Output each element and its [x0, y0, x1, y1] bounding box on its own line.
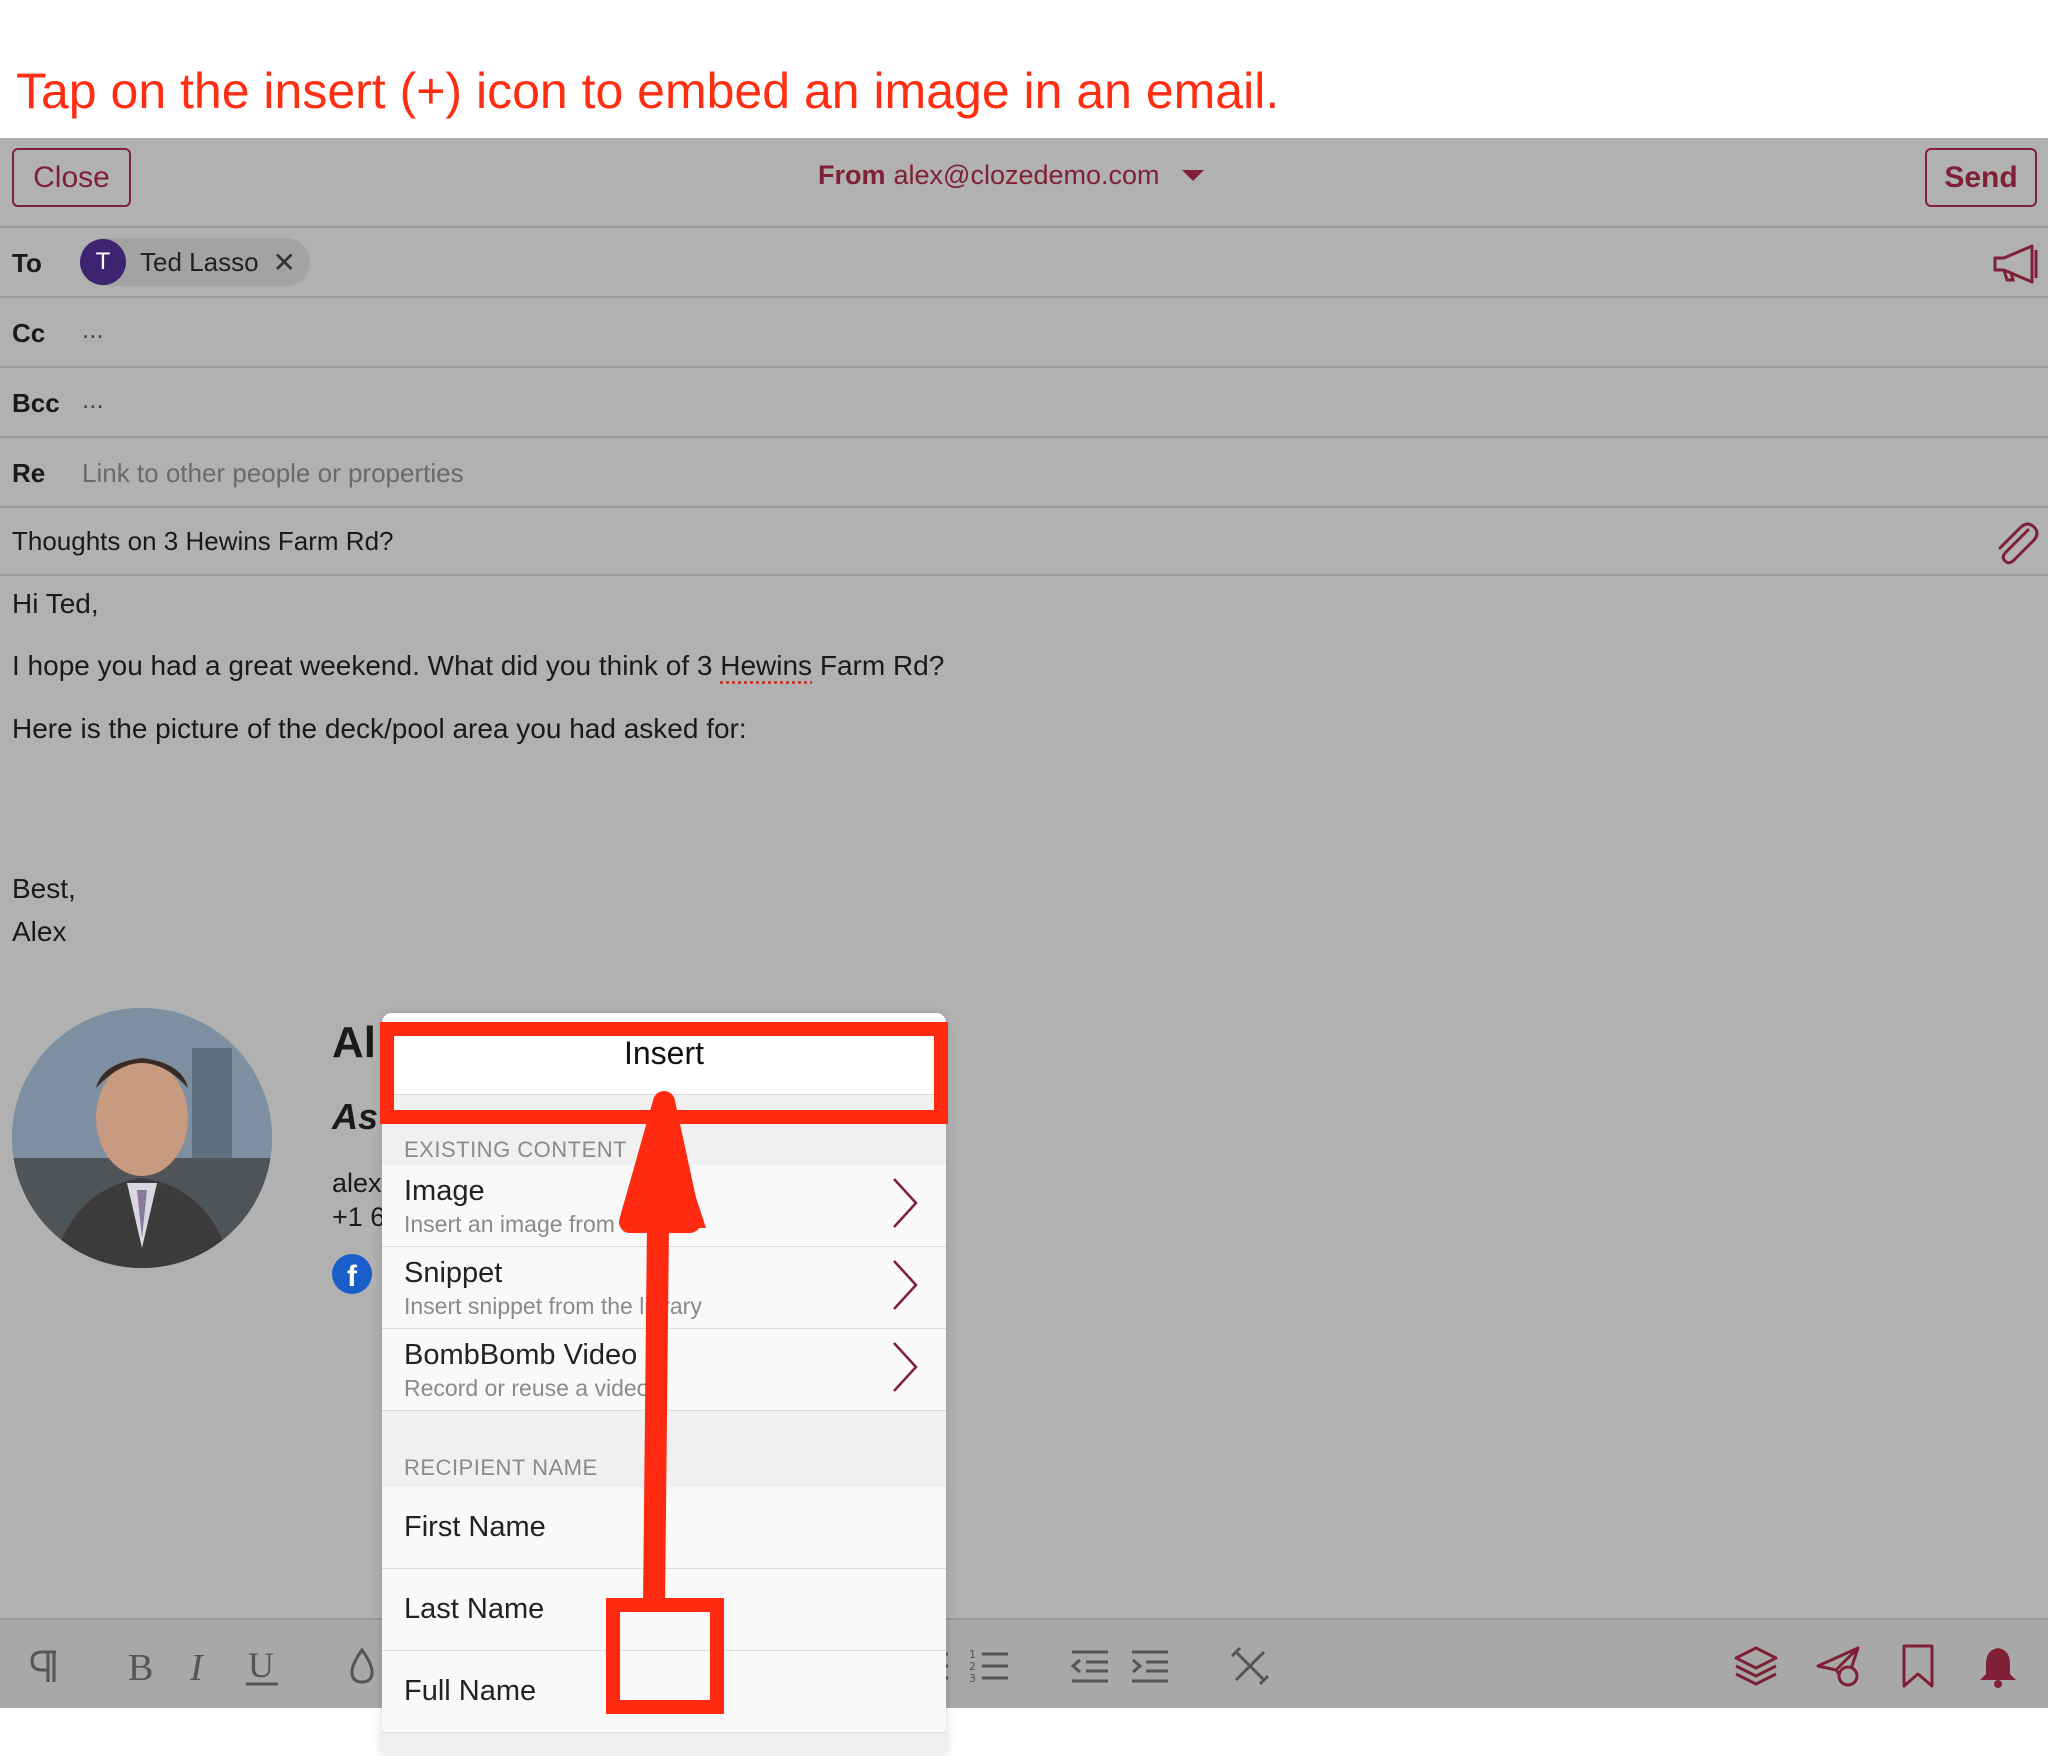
item-title: BombBomb Video — [404, 1339, 638, 1371]
item-title: Full Name — [404, 1675, 537, 1707]
remove-recipient-icon[interactable]: ✕ — [273, 246, 296, 279]
body-signoff[interactable]: Alex — [12, 916, 66, 948]
schedule-send-icon[interactable] — [1814, 1642, 1862, 1690]
recipient-chip[interactable]: T Ted Lasso ✕ — [80, 238, 310, 286]
formatting-toolbar: B I U T A 123 — [0, 1618, 2048, 1708]
bookmark-icon[interactable] — [1894, 1642, 1942, 1690]
chevron-down-icon — [1181, 170, 1204, 181]
section-existing-content: EXISTING CONTENT — [404, 1137, 628, 1162]
tools-icon[interactable] — [1226, 1642, 1274, 1690]
insert-snippet-item[interactable]: Snippet Insert snippet from the library — [382, 1247, 946, 1329]
signature-phone[interactable]: +1 6 — [332, 1202, 385, 1233]
re-field[interactable]: Link to other people or properties — [82, 458, 464, 489]
email-composer: Close From alex@clozedemo.com Send To T … — [0, 138, 2048, 1756]
signature-email[interactable]: alex — [332, 1168, 382, 1199]
facebook-icon[interactable]: f — [332, 1254, 372, 1294]
templates-icon[interactable] — [1732, 1642, 1780, 1690]
paperclip-icon[interactable] — [1990, 518, 2040, 568]
body-line2[interactable]: Here is the picture of the deck/pool are… — [12, 713, 747, 745]
bold-icon[interactable]: B — [118, 1642, 166, 1690]
from-label: From — [818, 160, 886, 190]
item-subtitle: Insert an image from a file — [404, 1211, 670, 1237]
reminder-bell-icon[interactable] — [1974, 1642, 2022, 1690]
signature-name: Al — [332, 1018, 376, 1067]
numbered-list-icon[interactable]: 123 — [966, 1642, 1014, 1690]
recipient-name: Ted Lasso — [140, 246, 259, 277]
cc-field[interactable]: ... — [82, 314, 104, 345]
insert-button-highlight — [606, 1598, 724, 1714]
cc-row[interactable]: Cc ... — [0, 298, 2048, 368]
avatar: T — [80, 239, 126, 285]
body-greeting[interactable]: Hi Ted, — [12, 588, 99, 620]
insert-bombbomb-item[interactable]: BombBomb Video Record or reuse a video — [382, 1329, 946, 1411]
screenshot-root: Tap on the insert (+) icon to embed an i… — [0, 0, 2048, 1756]
subject-field[interactable]: Thoughts on 3 Hewins Farm Rd? — [12, 526, 394, 557]
bcc-field[interactable]: ... — [82, 384, 104, 415]
cc-label: Cc — [12, 318, 46, 348]
signature-photo — [12, 1008, 272, 1268]
body-line1-end: Farm Rd? — [812, 650, 945, 681]
insert-first-name-item[interactable]: First Name — [382, 1487, 946, 1569]
close-button[interactable]: Close — [12, 148, 131, 207]
body-line1-start: I hope you had a great weekend. What did… — [12, 650, 721, 681]
text-color-icon[interactable] — [338, 1642, 386, 1690]
re-row[interactable]: Re Link to other people or properties — [0, 438, 2048, 508]
svg-text:I: I — [189, 1647, 205, 1688]
to-row[interactable]: To T Ted Lasso ✕ — [0, 228, 2048, 298]
item-subtitle: Insert snippet from the library — [404, 1293, 702, 1319]
chevron-right-icon — [893, 1260, 918, 1310]
send-button[interactable]: Send — [1925, 148, 2037, 207]
bcc-label: Bcc — [12, 388, 60, 418]
bcc-row[interactable]: Bcc ... — [0, 368, 2048, 438]
svg-text:B: B — [128, 1647, 153, 1688]
outdent-icon[interactable] — [1066, 1642, 1114, 1690]
misspelled-word[interactable]: Hewins — [720, 650, 812, 681]
body-closing[interactable]: Best, — [12, 873, 76, 905]
instruction-caption: Tap on the insert (+) icon to embed an i… — [16, 63, 1280, 119]
paragraph-icon[interactable] — [20, 1642, 68, 1690]
item-title: First Name — [404, 1511, 546, 1543]
item-title: Snippet — [404, 1257, 503, 1289]
image-item-highlight — [380, 1022, 948, 1124]
to-label: To — [12, 248, 42, 278]
indent-icon[interactable] — [1126, 1642, 1174, 1690]
composer-header: Close From alex@clozedemo.com Send — [0, 138, 2048, 228]
body-line1[interactable]: I hope you had a great weekend. What did… — [12, 650, 944, 682]
section-recipient-name: RECIPIENT NAME — [404, 1455, 598, 1480]
chevron-right-icon — [893, 1342, 918, 1392]
megaphone-icon[interactable] — [1992, 242, 2042, 286]
insert-image-item[interactable]: Image Insert an image from a file — [382, 1165, 946, 1247]
italic-icon[interactable]: I — [176, 1642, 224, 1690]
from-email: alex@clozedemo.com — [893, 160, 1160, 190]
from-selector[interactable]: From alex@clozedemo.com — [818, 160, 1204, 191]
item-subtitle: Record or reuse a video — [404, 1375, 650, 1401]
underline-icon[interactable]: U — [238, 1642, 286, 1690]
item-title: Image — [404, 1175, 485, 1207]
svg-text:3: 3 — [969, 1672, 976, 1685]
re-label: Re — [12, 458, 46, 488]
chevron-right-icon — [893, 1178, 918, 1228]
item-title: Last Name — [404, 1593, 545, 1625]
signature-title: As — [332, 1096, 379, 1137]
svg-text:U: U — [248, 1645, 274, 1685]
subject-row[interactable]: Thoughts on 3 Hewins Farm Rd? — [0, 508, 2048, 576]
